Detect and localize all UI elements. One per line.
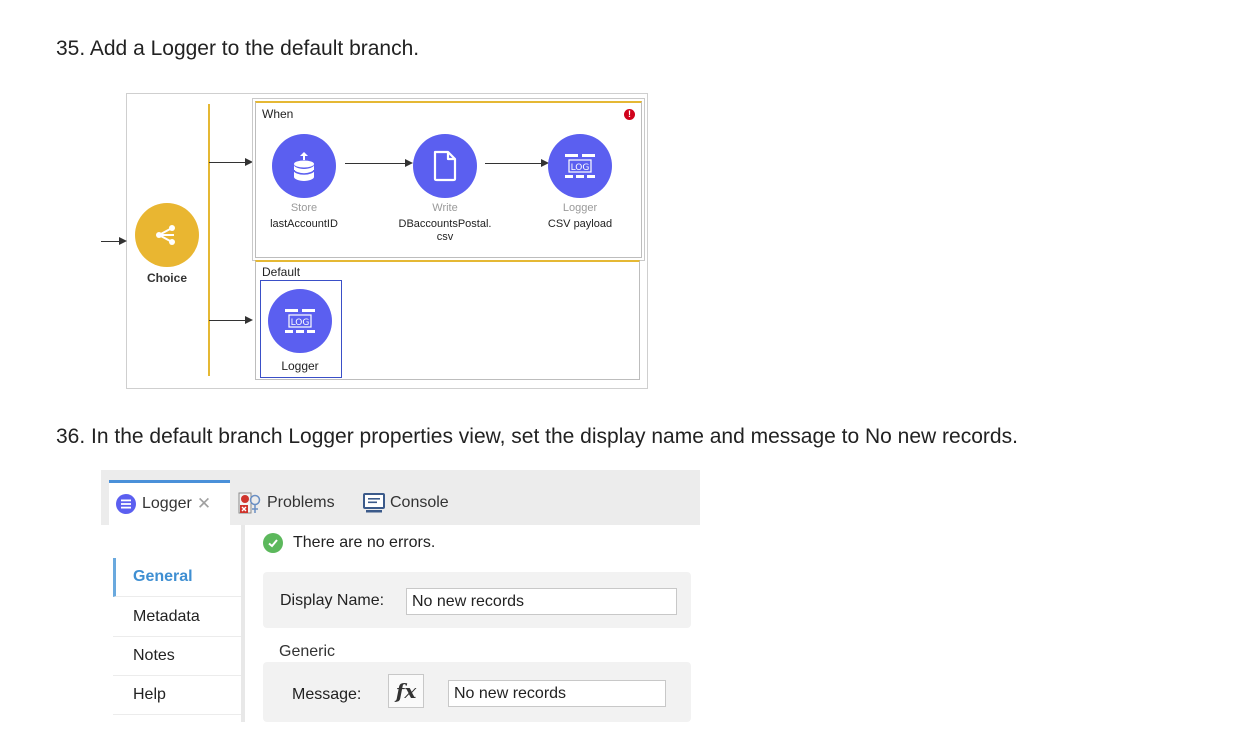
sidebar-item-notes[interactable]: Notes [113, 637, 241, 676]
properties-sidebar: General Metadata Notes Help [109, 525, 245, 722]
tab-logger-label: Logger [142, 495, 192, 512]
message-field[interactable] [448, 680, 666, 707]
store-node-name: lastAccountID [270, 218, 338, 230]
generic-group: Message: fx [263, 662, 691, 722]
logger-csv-node-name: CSV payload [547, 218, 613, 230]
console-icon [363, 492, 385, 514]
tab-logger[interactable]: Logger ✕ [109, 480, 230, 525]
panel-tab-bar: Logger ✕ Problems Console [101, 470, 700, 525]
display-name-label: Display Name: [280, 592, 385, 609]
choice-router-icon [156, 225, 175, 245]
file-icon [433, 150, 457, 182]
node-arrow-line-2 [485, 163, 543, 164]
general-group: Display Name: [263, 572, 691, 628]
default-logger-node-name: Logger [281, 359, 319, 373]
svg-text:LOG: LOG [571, 163, 590, 173]
sidebar-item-general[interactable]: General [113, 558, 241, 597]
store-node-type: Store [290, 202, 318, 214]
problems-icon [238, 491, 262, 515]
choice-router[interactable] [135, 203, 199, 267]
fx-expression-button[interactable]: fx [388, 674, 424, 708]
default-branch-arrow-head [245, 316, 253, 324]
tab-console[interactable]: Console [363, 480, 449, 525]
node-arrow-line-1 [345, 163, 407, 164]
svg-text:LOG: LOG [291, 318, 310, 328]
tab-problems-label: Problems [267, 493, 335, 511]
step-36-instruction: 36. In the default branch Logger propert… [56, 425, 1018, 448]
write-node-type: Write [432, 202, 458, 214]
properties-panel: Logger ✕ Problems Console General Metada… [101, 470, 700, 722]
router-line [208, 104, 210, 376]
log-icon: LOG [565, 154, 595, 178]
status-message-bar: There are no errors. [251, 525, 700, 561]
sidebar-item-metadata[interactable]: Metadata [113, 598, 241, 637]
generic-section-label: Generic [279, 643, 336, 660]
default-branch-arrow-line [209, 320, 247, 321]
choice-label: Choice [146, 271, 187, 285]
sidebar-item-help[interactable]: Help [113, 676, 241, 715]
error-icon[interactable]: ! [624, 109, 635, 120]
logger-csv-node-type: Logger [562, 202, 598, 214]
write-node-name: DBaccountsPostal. csv [398, 218, 492, 243]
logger-tab-icon [115, 493, 137, 515]
log-icon: LOG [285, 309, 315, 333]
when-branch-title: When [262, 107, 294, 121]
step-35-instruction: 35. Add a Logger to the default branch. [56, 37, 420, 60]
default-logger-node[interactable]: LOG [268, 289, 332, 353]
check-circle-icon [263, 533, 283, 553]
default-branch-title: Default [262, 265, 301, 279]
display-name-field[interactable] [406, 588, 677, 615]
flow-canvas: Choice When ! Store lastAccountID Write … [101, 93, 648, 389]
when-branch-arrow-line [209, 162, 247, 163]
status-message: There are no errors. [293, 534, 436, 551]
tab-console-label: Console [390, 493, 449, 511]
logger-csv-node[interactable]: LOG [548, 134, 612, 198]
store-node[interactable] [272, 134, 336, 198]
message-label: Message: [292, 686, 362, 703]
write-node[interactable] [413, 134, 477, 198]
entry-arrow-line [101, 241, 121, 242]
entry-arrow-head [119, 237, 127, 245]
close-icon[interactable]: ✕ [197, 494, 211, 514]
tab-problems[interactable]: Problems [238, 480, 335, 525]
node-arrow-head-1 [405, 159, 413, 167]
database-upload-icon [293, 152, 315, 181]
